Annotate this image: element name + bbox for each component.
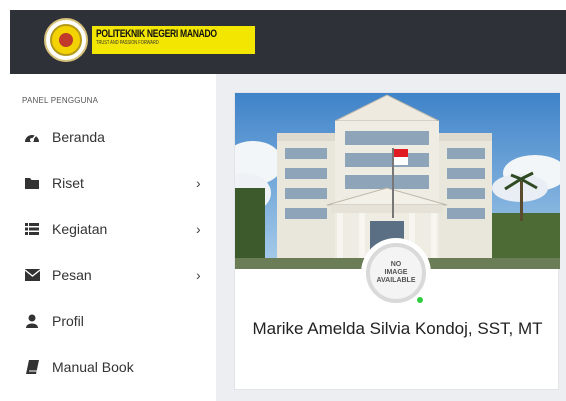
sidebar-item-profil[interactable]: Profil	[10, 306, 216, 336]
brand-name: POLITEKNIK NEGERI MANADO	[96, 28, 217, 40]
avatar-placeholder-icon: NO IMAGE AVAILABLE	[366, 243, 426, 303]
profile-card: NO IMAGE AVAILABLE Marike Amelda Silvia …	[234, 92, 560, 390]
chevron-right-icon: ›	[196, 221, 201, 237]
top-header-bar: POLITEKNIK NEGERI MANADO TRUST AND PASSI…	[10, 10, 566, 74]
sidebar-item-label: Kegiatan	[52, 221, 108, 237]
sidebar-item-pesan[interactable]: Pesan ›	[10, 260, 216, 290]
sidebar-item-riset[interactable]: Riset ›	[10, 168, 216, 198]
dashboard-icon	[24, 129, 40, 145]
profile-name: Marike Amelda Silvia Kondoj, SST, MT	[252, 319, 543, 338]
logo[interactable]: POLITEKNIK NEGERI MANADO TRUST AND PASSI…	[44, 18, 255, 62]
sidebar-item-label: Pesan	[52, 267, 92, 283]
envelope-icon	[24, 267, 40, 283]
chevron-right-icon: ›	[196, 267, 201, 283]
institution-seal-icon	[44, 18, 88, 62]
list-icon	[24, 221, 40, 237]
sidebar: PANEL PENGGUNA Beranda Riset › Kegiatan …	[10, 74, 216, 401]
sidebar-item-kegiatan[interactable]: Kegiatan ›	[10, 214, 216, 244]
book-icon	[24, 359, 40, 375]
folder-icon	[24, 175, 40, 191]
sidebar-item-label: Beranda	[52, 129, 105, 145]
chevron-right-icon: ›	[196, 175, 201, 191]
brand-tagline: TRUST AND PASSION FORWARD	[96, 40, 159, 46]
sidebar-item-label: Profil	[52, 313, 84, 329]
sidebar-item-beranda[interactable]: Beranda	[10, 122, 216, 152]
sidebar-item-manual-book[interactable]: Manual Book	[10, 352, 216, 382]
main-content: NO IMAGE AVAILABLE Marike Amelda Silvia …	[216, 74, 566, 401]
panel-title: PANEL PENGGUNA	[22, 96, 99, 105]
online-status-indicator	[417, 297, 423, 303]
brand-banner: POLITEKNIK NEGERI MANADO TRUST AND PASSI…	[92, 26, 255, 54]
avatar-placeholder-text: NO IMAGE AVAILABLE	[376, 261, 416, 284]
sidebar-item-label: Riset	[52, 175, 84, 191]
sidebar-item-label: Manual Book	[52, 359, 134, 375]
user-icon	[24, 313, 40, 329]
